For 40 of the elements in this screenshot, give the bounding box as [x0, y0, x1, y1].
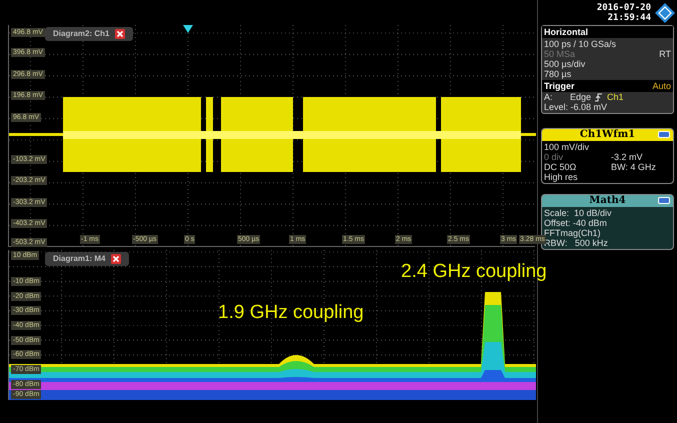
channel-panel[interactable]: Ch1Wfm1 100 mV/div 0 div -3.2 mV DC 50Ω BW: 4 GHz High res [541, 128, 674, 184]
setting-text: Edge [570, 92, 592, 102]
tab-label: Diagram1: M4 [53, 253, 106, 265]
diagram-tab[interactable]: Diagram2: Ch1 [45, 27, 134, 41]
setting-text: 100 mV/div [544, 142, 590, 152]
trigger-marker-icon[interactable] [183, 25, 193, 33]
setting-text: DC 50Ω [544, 162, 576, 172]
logo-icon [655, 2, 675, 22]
setting-text: Level: -6.08 mV [543, 102, 608, 113]
close-icon[interactable] [111, 254, 122, 264]
annotation-text: 2.4 GHz coupling [401, 261, 547, 283]
minimize-icon[interactable] [658, 131, 670, 138]
setting-text: 0 div [544, 152, 564, 162]
setting-text: Scale: 10 dB/div [544, 208, 613, 218]
minimize-icon[interactable] [658, 197, 670, 204]
setting-text: -3.2 mV [611, 152, 644, 162]
setting-text: FFTmag(Ch1) [544, 228, 602, 238]
tab-label: Diagram2: Ch1 [53, 28, 110, 40]
trigger-mode-text: Auto [652, 81, 671, 91]
panel-title: Horizontal [542, 26, 673, 38]
panel-title: Trigger [544, 81, 575, 91]
close-icon[interactable] [115, 29, 126, 39]
setting-text: High res [544, 172, 578, 182]
rising-edge-icon [595, 92, 604, 102]
horizontal-panel[interactable]: Horizontal 100 ps / 10 GSa/s 50 MSa RT 500 µs/div 780 µs Trigger Auto A: Edge Ch1 Level: -6.08 mV [541, 25, 674, 114]
setting-text: Offset: -40 dBm [544, 218, 608, 228]
setting-text: 100 ps / 10 GSa/s [544, 39, 616, 49]
time-text: 21:59:44 [608, 12, 651, 22]
annotation-text: 1.9 GHz coupling [218, 302, 364, 324]
setting-text: A: [544, 92, 554, 102]
setting-text: RT [659, 49, 671, 59]
setting-text: 780 µs [544, 69, 572, 79]
panel-title: Ch1Wfm1 [580, 129, 636, 141]
date-text: 2016-07-20 [596, 2, 651, 12]
panel-title: Math4 [589, 195, 626, 207]
diagram-tab[interactable]: Diagram1: M4 [45, 252, 130, 266]
setting-text: Ch1 [607, 92, 624, 102]
setting-text: BW: 4 GHz [611, 162, 657, 172]
setting-text: 50 MSa [544, 49, 576, 59]
setting-text: 500 µs/div [544, 59, 586, 69]
